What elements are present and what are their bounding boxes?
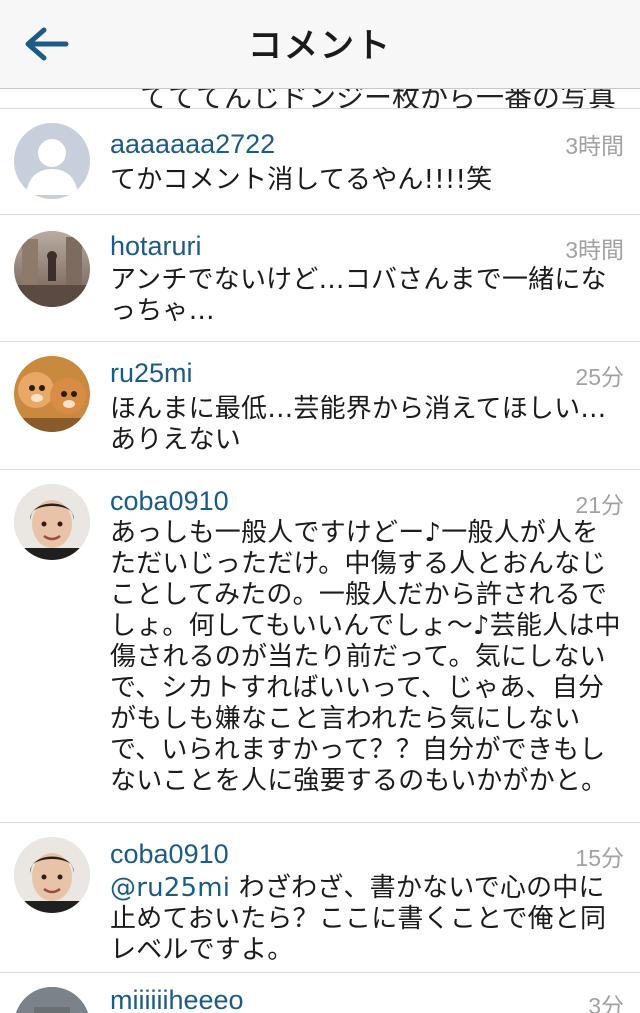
mention-link[interactable]: @ru25mi <box>110 873 230 903</box>
comment-text: @ru25mi わざわざ、書かないで心の中に止めておいたら？ここに書くことで俺と… <box>110 873 622 966</box>
avatar[interactable] <box>14 123 90 199</box>
comment-row[interactable]: hotaruri 3時間 アンチでないけど…コバさんまで一緒になっちゃ… <box>0 214 640 341</box>
default-user-icon <box>14 123 90 199</box>
comment-row[interactable]: coba0910 15分 @ru25mi わざわざ、書かないで心の中に止めておい… <box>0 822 640 972</box>
comment-username[interactable]: hotaruri <box>110 231 202 262</box>
comment-text: てかコメント消してるやん!!!!笑 <box>110 165 493 195</box>
face-avatar-icon <box>14 484 90 560</box>
comment-username[interactable]: ru25mi <box>110 358 193 389</box>
avatar[interactable] <box>14 356 90 432</box>
comment-row[interactable]: ru25mi 25分 ほんまに最低…芸能界から消えてほしい…ありえない <box>0 341 640 469</box>
comment-row[interactable]: miiiiiiheeeo 3分 <box>0 972 640 1013</box>
comment-username[interactable]: coba0910 <box>110 486 229 517</box>
comment-username[interactable]: aaaaaaa2722 <box>110 129 275 160</box>
comment-text: アンチでないけど…コバさんまで一緒になっちゃ… <box>110 265 607 326</box>
comment-row[interactable]: aaaaaaa2722 3時間 てかコメント消してるやん!!!!笑 <box>0 108 640 214</box>
comment-text: ほんまに最低…芸能界から消えてほしい…ありえない <box>110 394 607 455</box>
avatar[interactable] <box>14 987 90 1013</box>
comment-time: 3分 <box>588 993 624 1013</box>
comment-username[interactable]: miiiiiiheeeo <box>110 985 244 1013</box>
photo-avatar-icon <box>14 987 90 1013</box>
avatar[interactable] <box>14 837 90 913</box>
avatar[interactable] <box>14 484 90 560</box>
comment-text: あっしも一般人ですけどー♪一般人が人をただいじっただけ。中傷する人とおんなじこと… <box>110 518 621 796</box>
comment-time: 3時間 <box>565 133 624 159</box>
comment-row[interactable]: coba0910 21分 あっしも一般人ですけどー♪一般人が人をただいじっただけ… <box>0 469 640 822</box>
plush-avatar-icon <box>14 356 90 432</box>
comment-list[interactable]: aaaaaaa2722 3時間 てかコメント消してるやん!!!!笑 hotaru… <box>0 108 640 1013</box>
comments-screen: コメント てててんじドンジー枚から一番の写真 aaaaaaa2722 3時間 て… <box>0 0 640 1013</box>
comment-time: 25分 <box>575 364 624 390</box>
page-title: コメント <box>248 26 392 66</box>
photo-avatar-icon <box>14 231 90 307</box>
face-avatar-icon <box>14 837 90 913</box>
navigation-bar: コメント <box>0 0 640 89</box>
avatar[interactable] <box>14 231 90 307</box>
comment-username[interactable]: coba0910 <box>110 839 229 870</box>
comment-time: 21分 <box>575 492 624 518</box>
comment-time: 3時間 <box>565 237 624 263</box>
comment-time: 15分 <box>575 845 624 871</box>
